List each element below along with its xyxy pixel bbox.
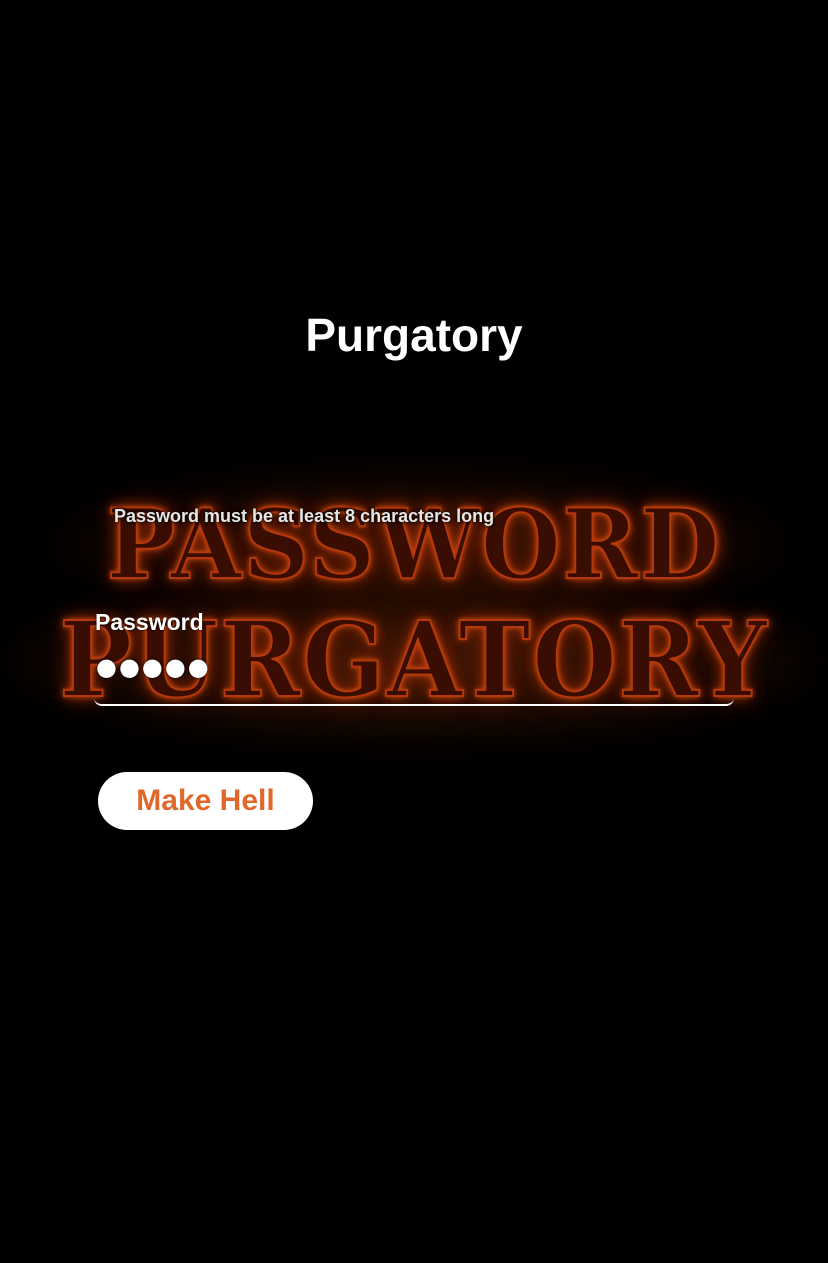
make-hell-button[interactable]: Make Hell xyxy=(98,772,313,830)
password-hint: Password must be at least 8 characters l… xyxy=(114,506,495,526)
page-title: Purgatory xyxy=(305,309,523,361)
app-screen: Purgatory PASSWORD PURGATORY Password mu… xyxy=(0,0,828,1263)
password-masked-value: ●●●●● xyxy=(96,653,211,681)
password-input[interactable]: ●●●●● xyxy=(94,642,734,706)
password-label: Password xyxy=(95,609,204,635)
